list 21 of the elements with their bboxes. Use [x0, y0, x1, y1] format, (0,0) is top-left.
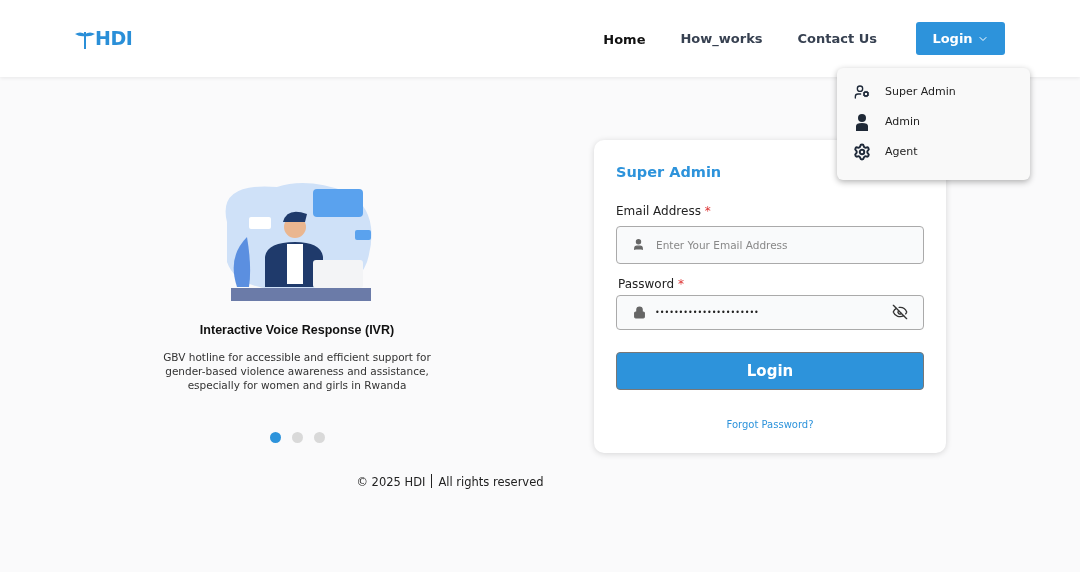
password-input[interactable]: ••••••••••••••••••••••: [616, 294, 924, 330]
rights-text: All rights reserved: [438, 474, 544, 491]
field-label: Password *: [618, 275, 685, 293]
forgot-password-link[interactable]: Forgot Password?: [726, 416, 814, 432]
menu-item[interactable]: Admin: [853, 112, 1014, 132]
lock-icon: [633, 305, 646, 319]
menu-item[interactable]: Agent: [853, 142, 1014, 162]
email-input[interactable]: Enter Your Email Address: [616, 225, 924, 264]
field-label: Email Address *: [616, 202, 712, 220]
user-gear-icon: [854, 84, 870, 100]
nav-link[interactable]: Home: [603, 30, 646, 50]
nav-link[interactable]: Contact Us: [797, 28, 877, 49]
slide-description: GBV hotline for accessible and efficient support for gender-based violence awareness and assistance, especially for women and girls in Rwanda: [162, 349, 432, 392]
card-title: Super Admin: [616, 163, 723, 182]
gear-icon: [853, 143, 871, 161]
user-icon: [632, 237, 645, 251]
menu-item[interactable]: Super Admin: [853, 82, 1014, 102]
nav-link[interactable]: How_works: [680, 28, 763, 49]
eye-off-icon[interactable]: [892, 303, 908, 320]
copyright-text: © 2025 HDI: [356, 474, 426, 491]
slide-title: Interactive Voice Response (IVR): [199, 322, 395, 339]
